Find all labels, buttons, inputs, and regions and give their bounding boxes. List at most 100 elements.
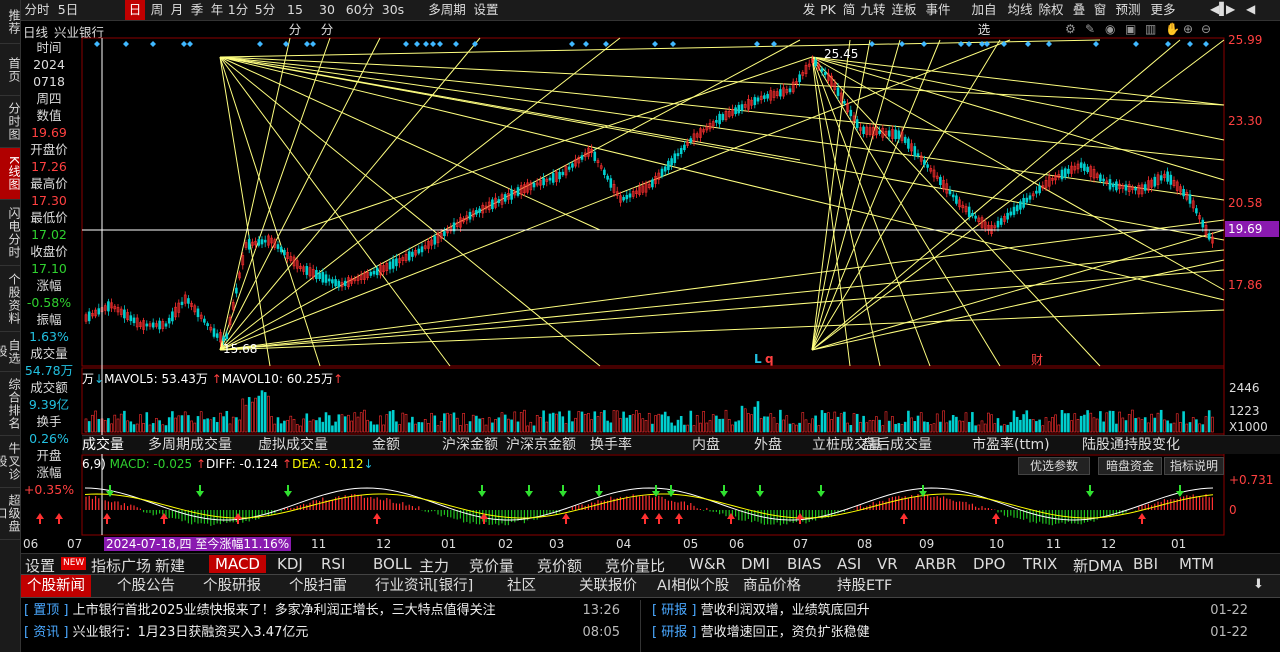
volume-bar — [270, 416, 273, 433]
candle-body — [740, 104, 744, 111]
news-item[interactable]: [ 资讯 ] 兴业银行：1月23日获融资买入3.47亿元 08:05 — [24, 623, 620, 643]
news-tab[interactable]: 个股公告 — [111, 575, 181, 597]
indicator-button[interactable]: 指标广场 — [91, 555, 151, 576]
volume-bar — [993, 423, 997, 433]
volume-bar — [135, 423, 139, 433]
news-tab[interactable]: AI相似个股 — [651, 575, 735, 597]
volume-bar — [260, 390, 264, 433]
candle-body — [913, 146, 917, 157]
optimize-params-button[interactable]: 优选参数 — [1018, 457, 1090, 475]
candle-body — [625, 194, 629, 200]
volume-bar — [433, 415, 437, 433]
indicator-tab[interactable]: 内盘 — [692, 436, 720, 454]
indicator-tab[interactable]: 盘后成交量 — [862, 436, 932, 454]
news-list-right: [ 研报 ] 营收利润双增，业绩筑底回升 01-22[ 研报 ] 营收增速回正，资… — [652, 601, 1252, 652]
indicator-button[interactable]: 竞价量比 — [605, 555, 665, 576]
month-label: 06 — [23, 537, 39, 551]
indicator-button[interactable]: 设置 — [25, 555, 55, 576]
indicator-tab[interactable]: 虚拟成交量 — [258, 436, 328, 454]
news-item[interactable]: [ 研报 ] 营收增速回正，资负扩张稳健 01-22 — [652, 623, 1248, 643]
indicator-button[interactable]: BBI — [1133, 555, 1158, 573]
volume-bar — [881, 425, 885, 433]
indicator-button[interactable]: DMI — [741, 555, 770, 573]
news-tag-text: 研报 — [661, 625, 688, 640]
indicator-tab[interactable]: 沪深金额 — [442, 436, 498, 454]
indicator-button[interactable]: MACD — [209, 555, 266, 573]
candle-body — [1015, 205, 1019, 212]
indicator-button[interactable]: TRIX — [1023, 555, 1057, 573]
diff-value: DIFF: -0.124 — [206, 457, 279, 471]
volume-bar — [359, 412, 363, 433]
news-tab[interactable]: 商品价格 — [737, 575, 807, 597]
news-title[interactable]: 兴业银行：1月23日获融资买入3.47亿元 — [73, 625, 309, 640]
indicator-button[interactable]: 主力 — [419, 555, 449, 576]
volume-bar — [964, 412, 968, 433]
news-tab[interactable]: 关联报价 — [573, 575, 643, 597]
volume-bar — [974, 425, 977, 433]
news-tab[interactable]: 个股扫雷 — [283, 575, 353, 597]
indicator-button[interactable]: ARBR — [915, 555, 956, 573]
event-diamond — [94, 41, 100, 47]
volume-bar — [1073, 413, 1077, 433]
indicator-button[interactable]: VR — [877, 555, 898, 573]
volume-bar — [1095, 418, 1099, 433]
indicator-button[interactable]: BOLL — [373, 555, 412, 573]
event-diamond — [652, 41, 658, 47]
indicator-tab[interactable]: 陆股通持股变化 — [1082, 436, 1180, 454]
volume-bar — [337, 414, 341, 433]
candle-body — [276, 244, 280, 249]
indicator-button[interactable]: ASI — [837, 555, 861, 573]
news-title[interactable]: 上市银行首批2025业绩快报来了！多家净利润正增长，三大特点值得关注 — [73, 603, 496, 618]
buy-arrow — [655, 513, 663, 524]
news-item[interactable]: [ 置顶 ] 上市银行首批2025业绩快报来了！多家净利润正增长，三大特点值得关… — [24, 601, 620, 621]
candle-body — [1134, 187, 1137, 191]
volume-bar — [1121, 417, 1125, 433]
volume-bar — [884, 411, 888, 433]
volume-bar — [1111, 410, 1115, 433]
volume-bar — [772, 417, 776, 433]
volume-bar — [254, 397, 257, 433]
indicator-tab[interactable]: 成交量 — [82, 436, 124, 454]
volume-axis-unit: X1000 — [1229, 420, 1268, 434]
indicator-tab[interactable]: 沪深京金额 — [506, 436, 576, 454]
indicator-tab[interactable]: 换手率 — [590, 436, 632, 454]
indicator-tab[interactable]: 外盘 — [754, 436, 782, 454]
indicator-button[interactable]: 新建 — [155, 555, 185, 576]
news-title[interactable]: 营收利润双增，业绩筑底回升 — [701, 603, 870, 618]
indicator-tab[interactable]: 市盈率(ttm) — [972, 436, 1050, 454]
news-tab[interactable]: 行业资讯[银行] — [369, 575, 479, 597]
news-tab[interactable]: 个股新闻 — [21, 575, 91, 597]
indicator-button[interactable]: KDJ — [277, 555, 303, 573]
indicator-button[interactable]: BIAS — [787, 555, 822, 573]
indicator-tab[interactable]: 多周期成交量 — [148, 436, 232, 454]
indicator-button[interactable]: MTM — [1179, 555, 1214, 573]
l-marker: L — [754, 352, 762, 366]
candle-body — [1063, 168, 1067, 178]
news-item[interactable]: [ 研报 ] 营收利润双增，业绩筑底回升 01-22 — [652, 601, 1248, 621]
indicator-button[interactable]: RSI — [321, 555, 345, 573]
download-icon[interactable]: ⬇ — [1253, 577, 1264, 592]
news-title[interactable]: 营收增速回正，资负扩张稳健 — [701, 625, 870, 640]
candle-body — [878, 130, 881, 134]
volume-bar — [439, 421, 443, 433]
volume-bar — [273, 423, 277, 433]
news-tab[interactable]: 社区 — [501, 575, 542, 597]
volume-bar — [423, 418, 427, 433]
volume-bar — [689, 410, 693, 433]
candle-body — [1159, 175, 1163, 181]
indicator-tab[interactable]: 金额 — [372, 436, 400, 454]
news-tab[interactable]: 持股ETF — [831, 575, 898, 597]
news-tab[interactable]: 个股研报 — [197, 575, 267, 597]
indicator-button[interactable]: 竞价额 — [537, 555, 582, 576]
indicator-button[interactable]: 新DMA — [1073, 555, 1123, 576]
indicator-button[interactable]: 竞价量 — [469, 555, 514, 576]
volume-bar — [1099, 411, 1102, 433]
indicator-help-button[interactable]: 指标说明 — [1164, 457, 1224, 475]
dark-pool-button[interactable]: 暗盘资金 — [1098, 457, 1162, 475]
candle-body — [1099, 174, 1102, 182]
indicator-button[interactable]: DPO — [973, 555, 1005, 573]
event-diamond — [1187, 41, 1193, 47]
candle-body — [1169, 174, 1173, 185]
volume-bar — [1169, 423, 1173, 433]
indicator-button[interactable]: W&R — [689, 555, 726, 573]
